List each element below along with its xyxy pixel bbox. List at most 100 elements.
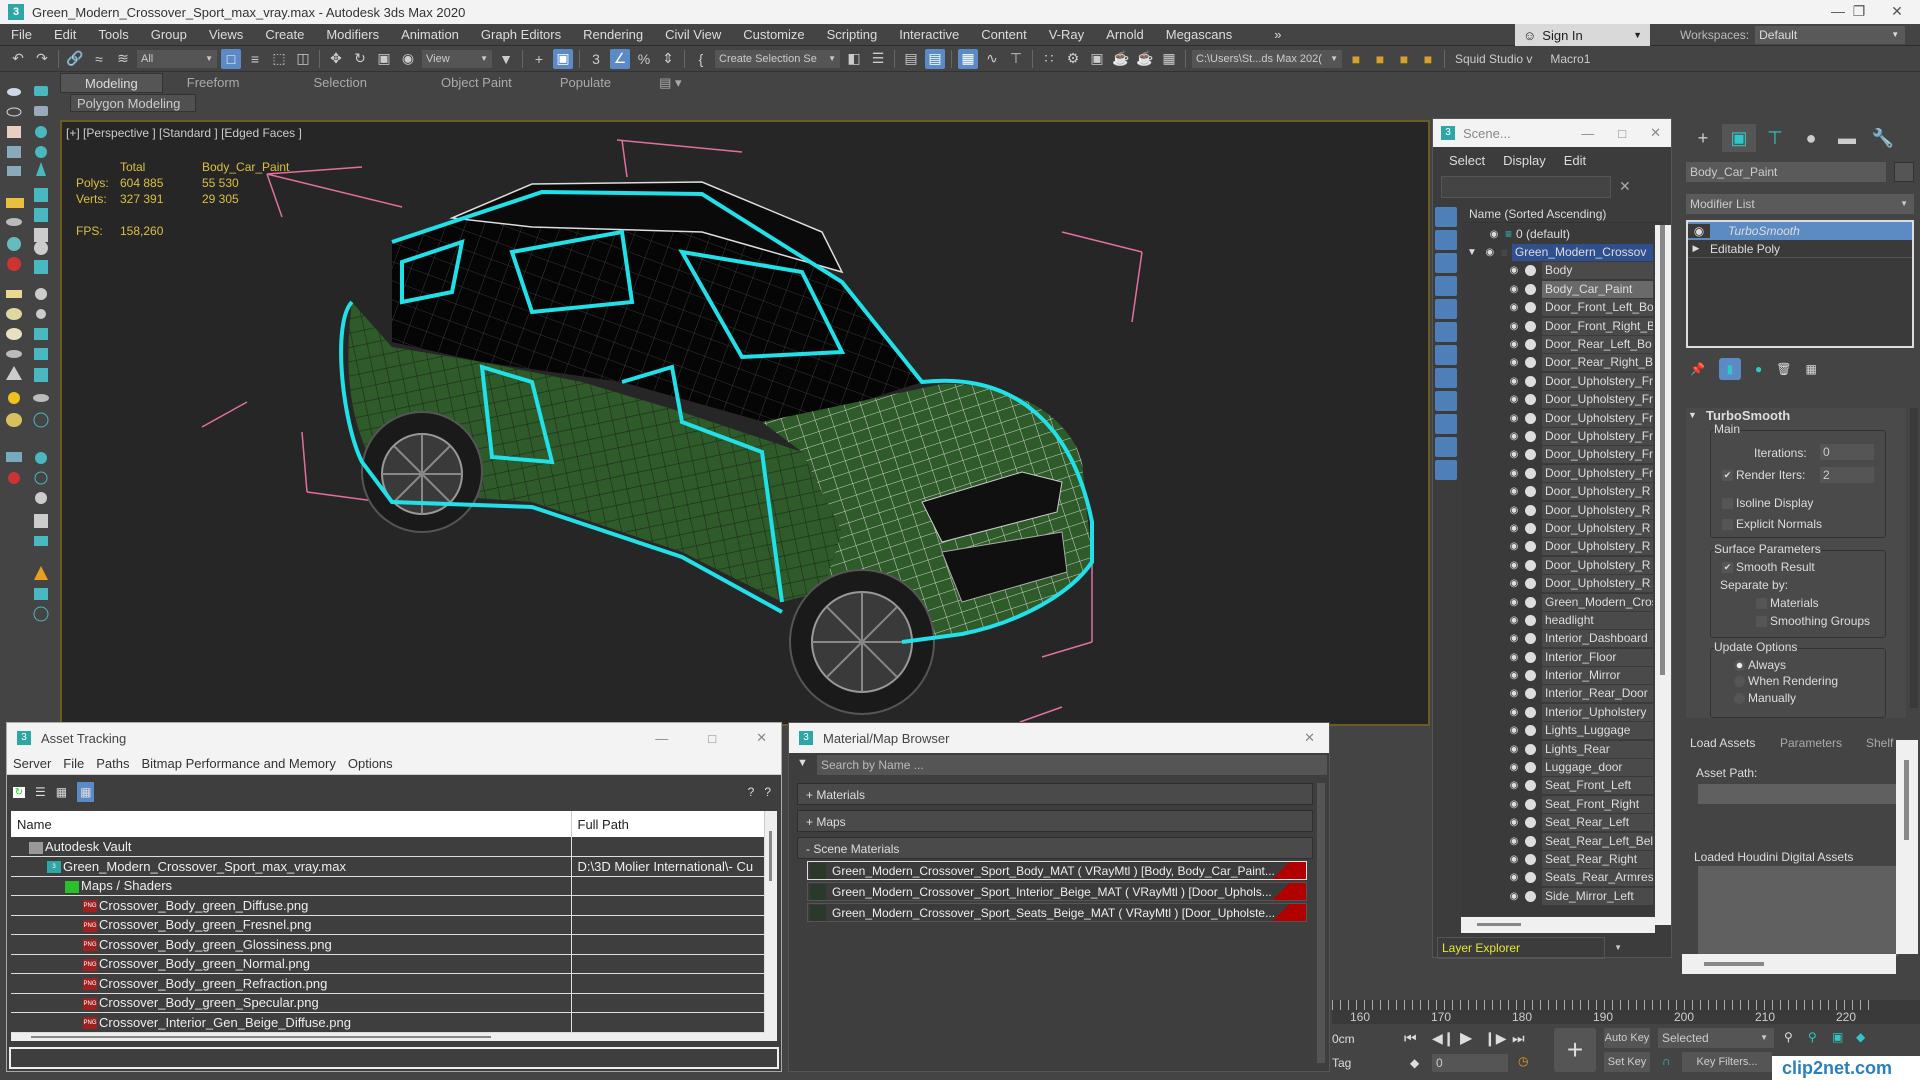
- tree-item[interactable]: ◉ Interior_Upholstery: [1461, 703, 1653, 721]
- filter-geometry-icon[interactable]: [1435, 207, 1457, 227]
- menu-file[interactable]: File: [63, 756, 84, 771]
- zoom-extents-icon[interactable]: ▣: [1832, 1030, 1843, 1044]
- visibility-eye-icon[interactable]: ◉: [1507, 872, 1521, 883]
- visibility-eye-icon[interactable]: ◉: [1483, 247, 1497, 258]
- visibility-eye-icon[interactable]: ◉: [1507, 468, 1521, 479]
- tree-item[interactable]: ◉ Interior_Mirror: [1461, 666, 1653, 685]
- tree-item[interactable]: ◉ Green_Modern_Cros: [1461, 593, 1653, 611]
- go-to-start-icon[interactable]: ⏮: [1404, 1030, 1417, 1047]
- tree-item[interactable]: ◉ Side_Mirror_Left: [1461, 887, 1653, 905]
- visibility-eye-icon[interactable]: ◉: [1507, 394, 1521, 405]
- visibility-eye-icon[interactable]: ◉: [1507, 652, 1521, 663]
- filter-lights-icon[interactable]: [1435, 253, 1457, 273]
- clear-search-icon[interactable]: ✕: [1619, 178, 1631, 195]
- expand-triangle-icon[interactable]: ▼: [1467, 247, 1477, 258]
- search-by-name-input[interactable]: Search by Name ...: [817, 755, 1327, 775]
- filter-hidden-icon[interactable]: [1435, 460, 1457, 480]
- make-unique-icon[interactable]: ●: [1755, 362, 1762, 376]
- material-item[interactable]: Green_Modern_Crossover_Sport_Body_MAT ( …: [807, 861, 1307, 880]
- tree-item[interactable]: ◉ Door_Upholstery_R: [1461, 556, 1653, 574]
- set-key-big-button[interactable]: +: [1554, 1028, 1596, 1072]
- render-production-icon[interactable]: ☕: [1111, 49, 1131, 69]
- utilities-tab-icon[interactable]: 🔧: [1866, 124, 1900, 152]
- tree-item[interactable]: ◉ Door_Upholstery_Fr: [1461, 391, 1653, 409]
- menu-paths[interactable]: Paths: [96, 756, 129, 771]
- minimize-button[interactable]: —: [1581, 126, 1594, 141]
- current-frame-input[interactable]: 0: [1432, 1054, 1508, 1072]
- display-tab-icon[interactable]: ▬: [1830, 124, 1864, 152]
- maximize-button[interactable]: □: [1618, 126, 1626, 141]
- visibility-eye-icon[interactable]: ◉: [1507, 413, 1521, 424]
- set-key-button[interactable]: Set Key: [1604, 1052, 1650, 1072]
- table-view-icon[interactable]: ▦: [77, 782, 95, 802]
- selection-filter-dropdown[interactable]: All ▼: [137, 49, 217, 68]
- asset-vertical-scrollbar[interactable]: [765, 811, 777, 1041]
- render-iters-checkbox[interactable]: ✔: [1722, 470, 1733, 481]
- align-icon[interactable]: ☰: [868, 49, 888, 69]
- asset-row[interactable]: PNG Crossover_Body_green_Diffuse.png: [11, 895, 765, 916]
- tree-layer-default[interactable]: ◉ ≡ 0 (default): [1461, 225, 1653, 243]
- timeline[interactable]: 160 170 180 190 200 210 220: [1332, 1000, 1920, 1024]
- visibility-eye-icon[interactable]: ◉: [1507, 744, 1521, 755]
- context-help-icon[interactable]: ?: [764, 785, 771, 799]
- smooth-result-checkbox[interactable]: ✔: [1722, 562, 1733, 573]
- stack-item-turbosmooth[interactable]: ◉ TurboSmooth: [1688, 222, 1912, 240]
- menu-civil-view[interactable]: Civil View: [654, 27, 732, 42]
- material-item[interactable]: Green_Modern_Crossover_Sport_Interior_Be…: [807, 882, 1307, 901]
- tree-item[interactable]: ◉ Door_Upholstery_R: [1461, 538, 1653, 556]
- material-browser-titlebar[interactable]: 3 Material/Map Browser ✕: [789, 723, 1329, 753]
- visibility-eye-icon[interactable]: ◉: [1507, 284, 1521, 295]
- go-to-end-icon[interactable]: ⏭: [1512, 1030, 1525, 1047]
- menu-tools[interactable]: Tools: [87, 27, 139, 42]
- maximize-button[interactable]: □: [708, 731, 716, 746]
- visibility-eye-icon[interactable]: ◉: [1507, 817, 1521, 828]
- tree-item[interactable]: ◉ Door_Upholstery_R: [1461, 519, 1653, 537]
- visibility-eye-icon[interactable]: ◉: [1507, 357, 1521, 368]
- pin-stack-icon[interactable]: 📌: [1690, 362, 1705, 376]
- visibility-eye-icon[interactable]: ◉: [1507, 431, 1521, 442]
- motion-tab-icon[interactable]: ●: [1794, 124, 1828, 152]
- vray-grid-icon[interactable]: ▦: [1159, 49, 1179, 69]
- menu-megascans[interactable]: Megascans: [1155, 27, 1243, 42]
- menu-select[interactable]: Select: [1449, 153, 1485, 168]
- filter-cameras-icon[interactable]: [1435, 276, 1457, 296]
- keyboard-shortcut-override-icon[interactable]: ▣: [553, 48, 573, 69]
- menu-group[interactable]: Group: [140, 27, 198, 42]
- scale-icon[interactable]: ▣: [374, 49, 394, 69]
- visibility-eye-icon[interactable]: ◉: [1507, 321, 1521, 332]
- tree-item[interactable]: ◉ Door_Upholstery_Fr: [1461, 409, 1653, 427]
- menu-create[interactable]: Create: [254, 27, 315, 42]
- visibility-eye-icon[interactable]: ◉: [1507, 670, 1521, 681]
- object-name-field[interactable]: Body_Car_Paint: [1686, 162, 1886, 182]
- tab-parameters[interactable]: Parameters: [1780, 736, 1842, 750]
- menu-rendering[interactable]: Rendering: [572, 27, 654, 42]
- explicit-normals-checkbox[interactable]: [1722, 519, 1733, 530]
- collapse-triangle-icon[interactable]: ▼: [1688, 410, 1697, 420]
- visibility-eye-icon[interactable]: ◉: [1507, 376, 1521, 387]
- rect-selection-icon[interactable]: ⬚: [269, 49, 289, 69]
- move-icon[interactable]: ✥: [326, 49, 346, 69]
- zoom-extents-all-icon[interactable]: ◆: [1856, 1030, 1865, 1044]
- snaps-toggle-icon[interactable]: 3: [586, 49, 606, 69]
- tree-group-root[interactable]: ▼ ◉ ≡ Green_Modern_Crossov: [1461, 243, 1653, 262]
- menu-content[interactable]: Content: [970, 27, 1038, 42]
- visibility-eye-icon[interactable]: ◉: [1507, 725, 1521, 736]
- scene-vertical-scrollbar[interactable]: [1655, 225, 1671, 925]
- menu-arnold[interactable]: Arnold: [1095, 27, 1155, 42]
- unlink-icon[interactable]: ≈: [89, 49, 109, 69]
- project-settings-icon[interactable]: ■: [1418, 49, 1438, 69]
- menu-edit[interactable]: Edit: [43, 27, 87, 42]
- toggle-scene-explorer-icon[interactable]: ▤: [901, 49, 921, 69]
- tree-item[interactable]: ◉ Door_Upholstery_R: [1461, 574, 1653, 593]
- redo-icon[interactable]: ↷: [32, 49, 52, 69]
- tree-item[interactable]: ◉ headlight: [1461, 611, 1653, 629]
- stack-item-editable-poly[interactable]: ▶ Editable Poly: [1688, 240, 1912, 258]
- sync-selection-icon[interactable]: [1435, 598, 1457, 618]
- visibility-eye-icon[interactable]: ◉: [1507, 486, 1521, 497]
- visibility-eye-icon[interactable]: ◉: [1507, 302, 1521, 313]
- radio-manually[interactable]: [1734, 693, 1745, 704]
- display-all-icon[interactable]: [1435, 483, 1457, 503]
- tree-item[interactable]: ◉ Door_Front_Left_Bo: [1461, 299, 1653, 317]
- expand-triangle-icon[interactable]: ▶: [1688, 243, 1704, 254]
- minimize-button[interactable]: —: [655, 731, 668, 746]
